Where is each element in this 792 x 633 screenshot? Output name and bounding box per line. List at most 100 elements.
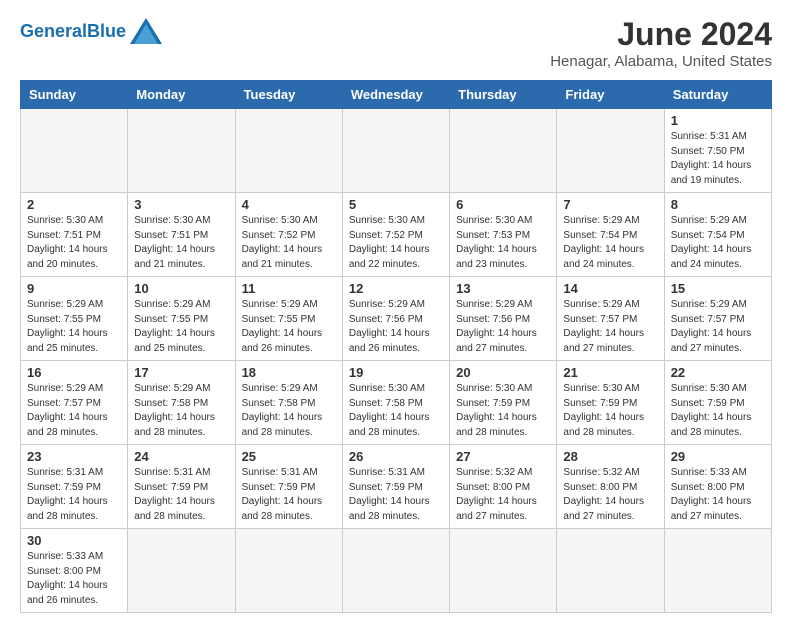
day-info: Sunrise: 5:31 AM Sunset: 7:59 PM Dayligh… <box>349 466 443 524</box>
location-title: Henagar, Alabama, United States <box>550 53 772 70</box>
day-number: 17 <box>134 365 228 380</box>
calendar-day-cell <box>235 109 342 193</box>
day-info: Sunrise: 5:31 AM Sunset: 7:50 PM Dayligh… <box>671 130 765 188</box>
day-info: Sunrise: 5:31 AM Sunset: 7:59 PM Dayligh… <box>242 466 336 524</box>
day-number: 21 <box>563 365 657 380</box>
day-number: 20 <box>456 365 550 380</box>
calendar-day-cell: 16 Sunrise: 5:29 AM Sunset: 7:57 PM Dayli… <box>21 361 128 445</box>
day-info: Sunrise: 5:29 AM Sunset: 7:56 PM Dayligh… <box>456 298 550 356</box>
logo: GeneralBlue <box>20 16 164 46</box>
calendar-week-row: 2 Sunrise: 5:30 AM Sunset: 7:51 PM Daylig… <box>21 193 772 277</box>
calendar-day-cell <box>128 109 235 193</box>
day-info: Sunrise: 5:30 AM Sunset: 7:51 PM Dayligh… <box>27 214 121 272</box>
logo-icon <box>128 16 164 46</box>
day-number: 11 <box>242 281 336 296</box>
day-info: Sunrise: 5:29 AM Sunset: 7:58 PM Dayligh… <box>242 382 336 440</box>
day-number: 28 <box>563 449 657 464</box>
calendar-day-cell: 24Sunrise: 5:31 AM Sunset: 7:59 PM Dayli… <box>128 445 235 529</box>
calendar-day-cell: 26 Sunrise: 5:31 AM Sunset: 7:59 PM Dayli… <box>342 445 449 529</box>
title-block: June 2024 Henagar, Alabama, United State… <box>550 16 772 70</box>
logo-blue: Blue <box>87 21 126 41</box>
calendar-day-cell: 19 Sunrise: 5:30 AM Sunset: 7:58 PM Dayli… <box>342 361 449 445</box>
day-number: 27 <box>456 449 550 464</box>
day-info: Sunrise: 5:32 AM Sunset: 8:00 PM Dayligh… <box>563 466 657 524</box>
calendar-day-cell: 11 Sunrise: 5:29 AM Sunset: 7:55 PM Dayli… <box>235 277 342 361</box>
day-of-week-header: Monday <box>128 81 235 109</box>
calendar-day-cell: 5 Sunrise: 5:30 AM Sunset: 7:52 PM Daylig… <box>342 193 449 277</box>
day-number: 14 <box>563 281 657 296</box>
day-number: 3 <box>134 197 228 212</box>
day-number: 24 <box>134 449 228 464</box>
calendar-day-cell: 1 Sunrise: 5:31 AM Sunset: 7:50 PM Daylig… <box>664 109 771 193</box>
calendar-day-cell: 13 Sunrise: 5:29 AM Sunset: 7:56 PM Dayli… <box>450 277 557 361</box>
day-of-week-header: Friday <box>557 81 664 109</box>
calendar-day-cell: 27 Sunrise: 5:32 AM Sunset: 8:00 PM Dayli… <box>450 445 557 529</box>
day-of-week-header: Tuesday <box>235 81 342 109</box>
calendar-day-cell: 12 Sunrise: 5:29 AM Sunset: 7:56 PM Dayli… <box>342 277 449 361</box>
calendar-day-cell: 3 Sunrise: 5:30 AM Sunset: 7:51 PM Daylig… <box>128 193 235 277</box>
day-number: 23 <box>27 449 121 464</box>
calendar-day-cell: 25 Sunrise: 5:31 AM Sunset: 7:59 PM Dayli… <box>235 445 342 529</box>
calendar-day-cell: 6 Sunrise: 5:30 AM Sunset: 7:53 PM Daylig… <box>450 193 557 277</box>
day-info: Sunrise: 5:29 AM Sunset: 7:55 PM Dayligh… <box>134 298 228 356</box>
calendar-day-cell <box>128 529 235 613</box>
day-info: Sunrise: 5:29 AM Sunset: 7:54 PM Dayligh… <box>671 214 765 272</box>
day-number: 13 <box>456 281 550 296</box>
logo-text: GeneralBlue <box>20 21 126 42</box>
calendar-day-cell <box>342 529 449 613</box>
day-info: Sunrise: 5:29 AM Sunset: 7:57 PM Dayligh… <box>671 298 765 356</box>
day-number: 2 <box>27 197 121 212</box>
calendar-table: SundayMondayTuesdayWednesdayThursdayFrid… <box>20 80 772 613</box>
day-of-week-header: Thursday <box>450 81 557 109</box>
day-info: Sunrise: 5:29 AM Sunset: 7:55 PM Dayligh… <box>242 298 336 356</box>
day-info: Sunrise: 5:29 AM Sunset: 7:55 PM Dayligh… <box>27 298 121 356</box>
day-info: Sunrise: 5:30 AM Sunset: 7:52 PM Dayligh… <box>349 214 443 272</box>
day-info: Sunrise: 5:30 AM Sunset: 7:59 PM Dayligh… <box>671 382 765 440</box>
day-number: 29 <box>671 449 765 464</box>
day-of-week-header: Saturday <box>664 81 771 109</box>
day-info: Sunrise: 5:33 AM Sunset: 8:00 PM Dayligh… <box>671 466 765 524</box>
calendar-day-cell: 8 Sunrise: 5:29 AM Sunset: 7:54 PM Daylig… <box>664 193 771 277</box>
day-number: 8 <box>671 197 765 212</box>
day-number: 6 <box>456 197 550 212</box>
day-number: 12 <box>349 281 443 296</box>
day-number: 26 <box>349 449 443 464</box>
calendar-day-cell <box>664 529 771 613</box>
day-number: 5 <box>349 197 443 212</box>
day-number: 9 <box>27 281 121 296</box>
day-number: 22 <box>671 365 765 380</box>
day-number: 10 <box>134 281 228 296</box>
day-number: 30 <box>27 533 121 548</box>
day-info: Sunrise: 5:30 AM Sunset: 7:51 PM Dayligh… <box>134 214 228 272</box>
day-number: 25 <box>242 449 336 464</box>
day-info: Sunrise: 5:33 AM Sunset: 8:00 PM Dayligh… <box>27 550 121 608</box>
calendar-day-cell: 28 Sunrise: 5:32 AM Sunset: 8:00 PM Dayli… <box>557 445 664 529</box>
day-number: 16 <box>27 365 121 380</box>
calendar-day-cell <box>557 529 664 613</box>
calendar-day-cell: 4Sunrise: 5:30 AM Sunset: 7:52 PM Daylig… <box>235 193 342 277</box>
day-info: Sunrise: 5:30 AM Sunset: 7:52 PM Dayligh… <box>242 214 336 272</box>
calendar-day-cell <box>342 109 449 193</box>
day-info: Sunrise: 5:32 AM Sunset: 8:00 PM Dayligh… <box>456 466 550 524</box>
day-info: Sunrise: 5:30 AM Sunset: 7:58 PM Dayligh… <box>349 382 443 440</box>
day-info: Sunrise: 5:29 AM Sunset: 7:56 PM Dayligh… <box>349 298 443 356</box>
calendar-day-cell: 14Sunrise: 5:29 AM Sunset: 7:57 PM Dayli… <box>557 277 664 361</box>
day-info: Sunrise: 5:29 AM Sunset: 7:58 PM Dayligh… <box>134 382 228 440</box>
day-number: 15 <box>671 281 765 296</box>
calendar-day-cell: 22 Sunrise: 5:30 AM Sunset: 7:59 PM Dayli… <box>664 361 771 445</box>
calendar-day-cell: 10 Sunrise: 5:29 AM Sunset: 7:55 PM Dayli… <box>128 277 235 361</box>
calendar-day-cell: 29 Sunrise: 5:33 AM Sunset: 8:00 PM Dayli… <box>664 445 771 529</box>
day-info: Sunrise: 5:30 AM Sunset: 7:53 PM Dayligh… <box>456 214 550 272</box>
day-of-week-header: Sunday <box>21 81 128 109</box>
calendar-week-row: 9 Sunrise: 5:29 AM Sunset: 7:55 PM Daylig… <box>21 277 772 361</box>
day-number: 1 <box>671 113 765 128</box>
calendar-day-cell: 20Sunrise: 5:30 AM Sunset: 7:59 PM Dayli… <box>450 361 557 445</box>
day-info: Sunrise: 5:29 AM Sunset: 7:57 PM Dayligh… <box>27 382 121 440</box>
calendar-day-cell: 2 Sunrise: 5:30 AM Sunset: 7:51 PM Daylig… <box>21 193 128 277</box>
day-number: 18 <box>242 365 336 380</box>
calendar-day-cell: 18 Sunrise: 5:29 AM Sunset: 7:58 PM Dayli… <box>235 361 342 445</box>
day-info: Sunrise: 5:29 AM Sunset: 7:54 PM Dayligh… <box>563 214 657 272</box>
day-number: 19 <box>349 365 443 380</box>
calendar-week-row: 30 Sunrise: 5:33 AM Sunset: 8:00 PM Dayli… <box>21 529 772 613</box>
page-header: GeneralBlue June 2024 Henagar, Alabama, … <box>20 16 772 70</box>
